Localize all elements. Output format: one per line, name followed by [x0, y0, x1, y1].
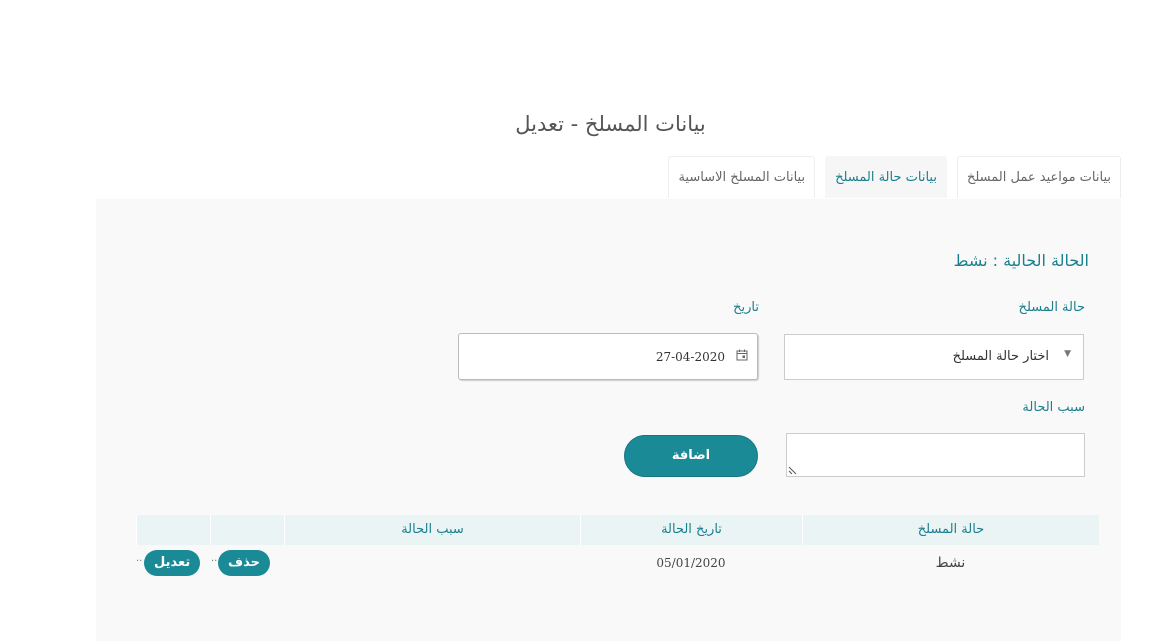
header-delete: [210, 515, 284, 545]
add-button[interactable]: اضافة: [624, 435, 758, 477]
edit-button[interactable]: تعديل: [144, 550, 201, 576]
cell-reason: [284, 545, 580, 581]
reason-label: سبب الحالة: [1022, 400, 1085, 415]
dropdown-arrow-icon: ▼: [1064, 349, 1071, 359]
delete-ellipsis: ..: [211, 553, 218, 564]
cell-date: 05/01/2020: [656, 556, 726, 570]
calendar-icon[interactable]: [736, 349, 748, 361]
page: بيانات المسلخ - تعديل بيانات المسلخ الاس…: [0, 0, 1161, 641]
status-select-value: اختار حالة المسلخ: [952, 349, 1049, 364]
header-reason: سبب الحالة: [284, 515, 580, 545]
resize-handle-icon[interactable]: [788, 466, 797, 475]
tab-bar: بيانات المسلخ الاساسية بيانات حالة المسل…: [658, 156, 1121, 198]
cell-status: نشط: [935, 555, 966, 571]
reason-textarea[interactable]: [786, 433, 1085, 477]
date-value: 27-04-2020: [655, 350, 725, 364]
edit-ellipsis: ..: [136, 553, 143, 564]
header-date: تاريخ الحالة: [580, 515, 802, 545]
date-input[interactable]: 27-04-2020: [458, 333, 758, 380]
tab-basic-info[interactable]: بيانات المسلخ الاساسية: [668, 156, 816, 198]
status-select[interactable]: ▼ اختار حالة المسلخ: [784, 334, 1084, 380]
tab-working-hours[interactable]: بيانات مواعيد عمل المسلخ: [956, 156, 1121, 198]
current-status-text: الحالة الحالية : نشط: [953, 251, 1089, 270]
header-edit: [136, 515, 210, 545]
status-label: حالة المسلخ: [1018, 300, 1085, 315]
header-status: حالة المسلخ: [802, 515, 1099, 545]
table-row: نشط 05/01/2020 .. حذف .. تعديل: [136, 545, 1099, 581]
page-title: بيانات المسلخ - تعديل: [515, 112, 706, 136]
status-panel: الحالة الحالية : نشط حالة المسلخ تاريخ ▼…: [96, 199, 1121, 641]
status-history-table: حالة المسلخ تاريخ الحالة سبب الحالة نشط …: [136, 515, 1099, 581]
delete-button[interactable]: حذف: [218, 550, 270, 576]
date-label: تاريخ: [733, 300, 759, 315]
table-header: حالة المسلخ تاريخ الحالة سبب الحالة: [136, 515, 1099, 545]
tab-status-info[interactable]: بيانات حالة المسلخ: [825, 156, 947, 198]
